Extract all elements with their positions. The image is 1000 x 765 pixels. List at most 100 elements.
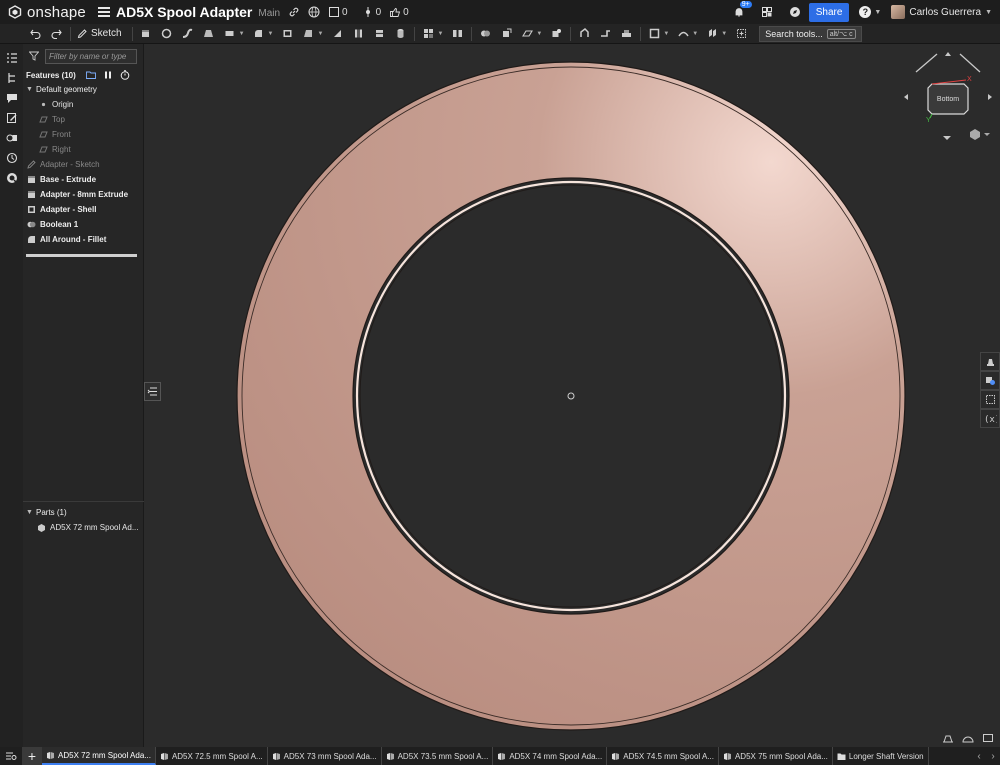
tab-folder[interactable]: Longer Shaft Version — [833, 747, 929, 765]
tree-item-top-plane[interactable]: Top — [23, 112, 143, 127]
boolean-tool[interactable] — [478, 27, 492, 41]
view-cube[interactable]: Bottom X Y — [904, 52, 992, 140]
avatar[interactable] — [891, 5, 906, 19]
rollback-bar[interactable] — [26, 254, 137, 257]
scroll-tabs-left-button[interactable]: ‹ — [972, 747, 986, 765]
tree-item-front-plane[interactable]: Front — [23, 127, 143, 142]
plane-tool[interactable] — [520, 27, 534, 41]
chevron-down-icon[interactable]: ▼ — [692, 31, 698, 37]
chevron-down-icon[interactable]: ▼ — [268, 31, 274, 37]
undo-button[interactable] — [28, 27, 42, 41]
tab-part-studio[interactable]: AD5X 72 mm Spool Ada... — [42, 747, 156, 765]
chevron-down-icon[interactable]: ▼ — [26, 509, 34, 516]
tab-part-studio[interactable]: AD5X 73 mm Spool Ada... — [268, 747, 382, 765]
model-canvas[interactable]: Bottom X Y — [144, 44, 1000, 747]
variables-button[interactable]: (x) — [980, 409, 1000, 428]
feature-adapter-sketch[interactable]: Adapter - Sketch — [23, 157, 143, 172]
render-mode-icon[interactable] — [962, 733, 974, 743]
like-button[interactable]: 0 — [389, 6, 409, 18]
tree-item-origin[interactable]: Origin — [23, 97, 143, 112]
rib-tool[interactable] — [330, 27, 344, 41]
history-panel-icon[interactable] — [6, 152, 18, 164]
feature-boolean-1[interactable]: Boolean 1 — [23, 217, 143, 232]
wrap-tool[interactable] — [705, 27, 719, 41]
fillet-tool[interactable] — [252, 27, 266, 41]
feature-adapter-shell[interactable]: Adapter - Shell — [23, 202, 143, 217]
share-button[interactable]: Share — [808, 2, 850, 22]
form-tool[interactable] — [619, 27, 633, 41]
section-view-icon[interactable] — [942, 733, 954, 743]
tab-part-studio[interactable]: AD5X 74.5 mm Spool A... — [607, 747, 719, 765]
sheet-metal-tool[interactable] — [577, 27, 591, 41]
branch-name[interactable]: Main — [258, 8, 280, 19]
hole-tool[interactable] — [351, 27, 365, 41]
mirror-tool[interactable] — [450, 27, 464, 41]
stopwatch-icon[interactable] — [120, 70, 130, 80]
onshape-logo[interactable]: onshape — [8, 4, 86, 21]
learning-button[interactable] — [789, 6, 801, 18]
flange-tool[interactable] — [598, 27, 612, 41]
tab-part-studio[interactable]: AD5X 73.5 mm Spool A... — [382, 747, 494, 765]
apps-button[interactable] — [761, 6, 773, 18]
pause-icon[interactable] — [103, 70, 113, 80]
add-tab-button[interactable]: + — [22, 747, 42, 765]
spool-adapter-part[interactable] — [236, 61, 906, 731]
search-tools-button[interactable]: Search tools... alt/⌥ c — [759, 25, 862, 42]
parts-group[interactable]: ▼ Parts (1) — [23, 505, 144, 520]
tab-part-studio[interactable]: AD5X 72.5 mm Spool A... — [156, 747, 268, 765]
edit-panel-icon[interactable] — [6, 112, 18, 124]
thicken-tool[interactable] — [223, 27, 237, 41]
chevron-down-icon[interactable]: ▼ — [317, 31, 323, 37]
appearance-button[interactable] — [980, 371, 1000, 390]
chevron-down-icon[interactable]: ▼ — [536, 31, 542, 37]
chevron-down-icon[interactable]: ▼ — [26, 86, 34, 93]
tab-part-studio[interactable]: AD5X 74 mm Spool Ada... — [493, 747, 608, 765]
pattern-tool[interactable] — [421, 27, 435, 41]
extrude-tool[interactable] — [139, 27, 153, 41]
feature-list-icon[interactable] — [6, 52, 18, 64]
public-button[interactable] — [308, 6, 320, 18]
feature-all-around-fillet[interactable]: All Around - Fillet — [23, 232, 143, 247]
loft-tool[interactable] — [202, 27, 216, 41]
comments-panel-icon[interactable] — [6, 92, 18, 104]
chevron-down-icon[interactable]: ▼ — [239, 31, 245, 37]
user-menu-chevron-icon[interactable]: ▼ — [985, 9, 992, 16]
notifications-button[interactable]: 9+ — [733, 1, 752, 18]
chevron-down-icon[interactable]: ▼ — [721, 31, 727, 37]
redo-button[interactable] — [49, 27, 63, 41]
view-options-button[interactable] — [970, 129, 990, 140]
render-studio-button[interactable] — [980, 352, 1000, 371]
default-geometry-group[interactable]: ▼ Default geometry — [23, 82, 143, 97]
revolve-tool[interactable] — [160, 27, 174, 41]
transform-tool[interactable] — [499, 27, 513, 41]
folder-icon[interactable] — [85, 70, 96, 80]
tree-item-right-plane[interactable]: Right — [23, 142, 143, 157]
chevron-down-icon[interactable]: ▼ — [663, 31, 669, 37]
document-title[interactable]: AD5X Spool Adapter — [116, 4, 252, 20]
bom-button[interactable] — [980, 390, 1000, 409]
instance-tree-icon[interactable] — [6, 72, 18, 84]
zoom-fit-icon[interactable] — [982, 733, 994, 743]
feature-filter-input[interactable] — [45, 48, 137, 64]
feature-adapter-8mm-extrude[interactable]: Adapter - 8mm Extrude — [23, 187, 143, 202]
tab-part-studio[interactable]: AD5X 75 mm Spool Ada... — [719, 747, 833, 765]
custom-features-tool[interactable] — [734, 27, 748, 41]
filter-icon[interactable] — [29, 51, 39, 61]
appearance-panel-icon[interactable] — [6, 132, 18, 144]
tab-manager-button[interactable] — [0, 747, 22, 765]
chevron-down-icon[interactable]: ▼ — [437, 31, 443, 37]
feature-base-extrude[interactable]: Base - Extrude — [23, 172, 143, 187]
main-menu-button[interactable] — [97, 7, 110, 17]
draft-tool[interactable] — [301, 27, 315, 41]
split-tool[interactable] — [372, 27, 386, 41]
help-button[interactable]: ? ▼ — [859, 6, 881, 18]
surface-tool[interactable] — [676, 27, 690, 41]
scroll-tabs-right-button[interactable]: › — [986, 747, 1000, 765]
frame-tool[interactable] — [647, 27, 661, 41]
shell-tool[interactable] — [280, 27, 294, 41]
graphics-viewport[interactable]: Bottom X Y (x) — [144, 44, 1000, 747]
toggle-feature-panel-button[interactable] — [144, 382, 161, 401]
user-name[interactable]: Carlos Guerrera — [909, 7, 981, 18]
link-button[interactable] — [288, 6, 300, 18]
measure-panel-icon[interactable] — [6, 172, 18, 184]
